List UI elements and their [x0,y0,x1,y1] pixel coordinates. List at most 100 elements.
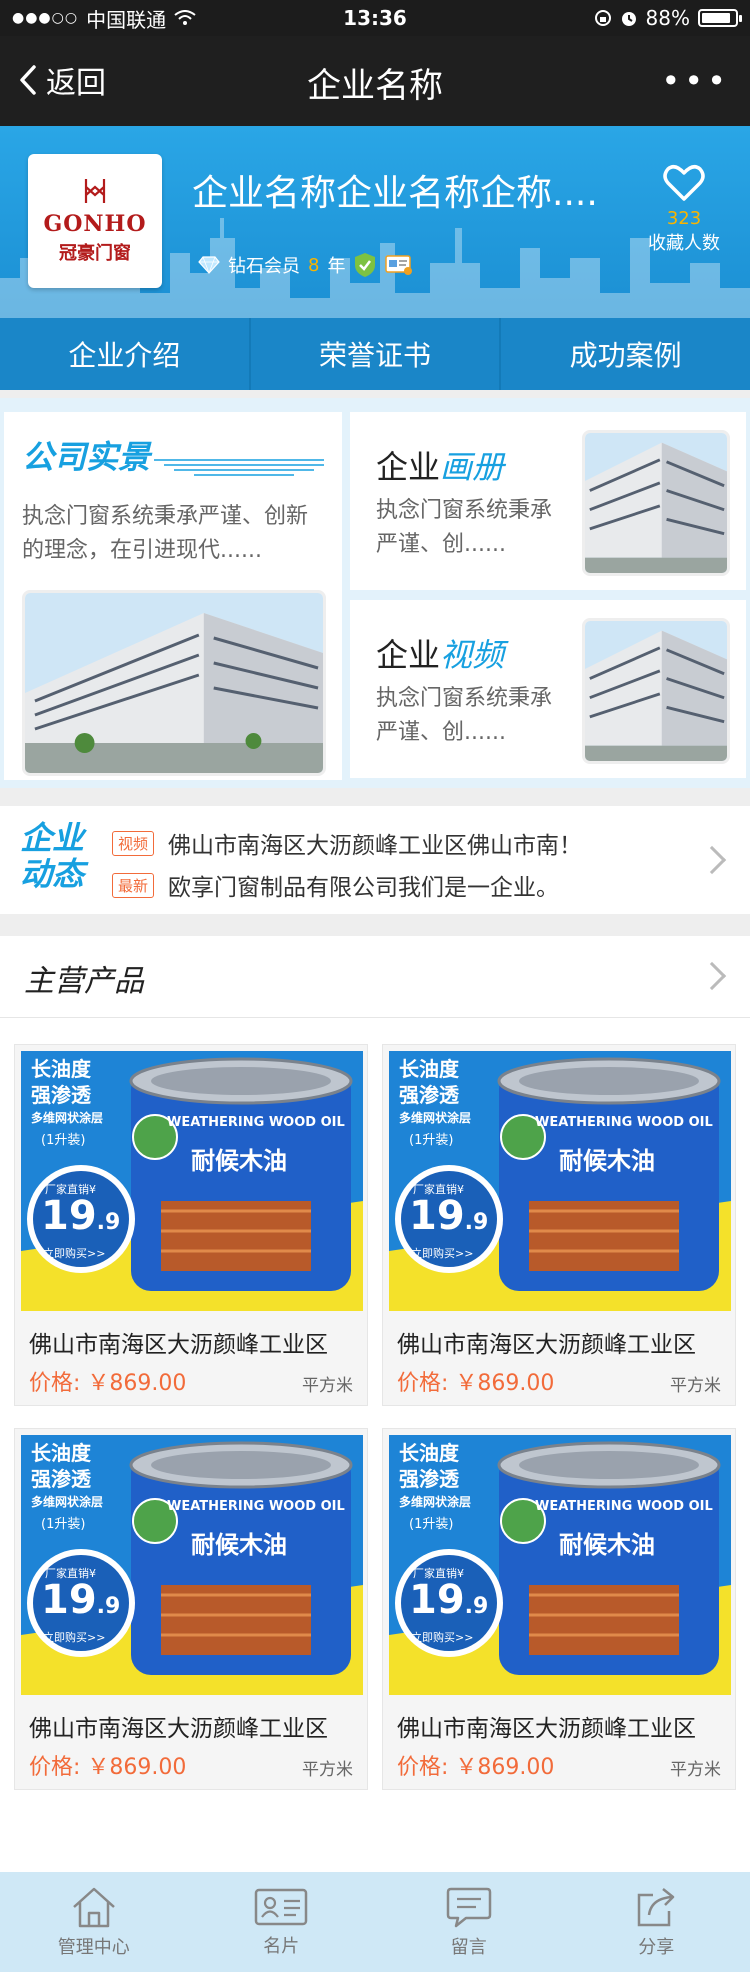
product-price: 价格: ￥869.00 [397,1755,555,1780]
can-label-cn: 耐候木油 [559,1147,655,1175]
product-image: 长油度 强渗透 多维网状涂层 (1升装) 厂家直销¥ 19.9 立即购买>> W… [21,1051,363,1311]
can-label-cn: 耐候木油 [191,1531,287,1559]
product-image: 长油度 强渗透 多维网状涂层 (1升装) 厂家直销¥ 19.9 立即购买>> W… [21,1435,363,1695]
ad-price: 19.9 [41,1577,121,1623]
status-bar: ●●●○○ 中国联通 13:36 88% [0,0,750,36]
toolbar-label: 留言 [450,1937,487,1958]
album-title-prefix: 企业 [376,448,441,486]
product-unit: 平方米 [670,1376,721,1396]
home-icon [72,1887,115,1928]
product-card[interactable]: 长油度 强渗透 多维网状涂层 (1升装) 厂家直销¥ 19.9 立即购买>> W… [382,1044,736,1406]
toolbar-share[interactable]: 分享 [563,1872,750,1972]
product-name: 佛山市南海区大沥颜峰工业区 [29,1332,328,1358]
company-photos-card[interactable]: 公司实景 执念门窗系统秉承严谨、创新的理念，在引进现代...... [4,412,342,780]
toolbar-manage[interactable]: 管理中心 [0,1872,188,1972]
product-price: 价格: ￥869.00 [397,1371,555,1396]
product-card[interactable]: 长油度 强渗透 多维网状涂层 (1升装) 厂家直销¥ 19.9 立即购买>> W… [14,1044,368,1406]
tab-honors[interactable]: 荣誉证书 [251,318,502,390]
ad-buy: 立即购买>> [411,1247,474,1260]
product-price: 价格: ￥869.00 [29,1371,187,1396]
product-card[interactable]: 长油度 强渗透 多维网状涂层 (1升装) 厂家直销¥ 19.9 立即购买>> W… [382,1428,736,1790]
company-video-desc: 执念门窗系统秉承严谨、创...... [376,686,553,745]
can-label-en: WEATHERING WOOD OIL [535,1115,713,1130]
logo-text-cn: 冠豪门窗 [59,243,131,264]
toolbar-card[interactable]: 名片 [188,1872,376,1972]
battery-percent: 88% [645,6,690,30]
company-tabs: 企业介绍 荣誉证书 成功案例 [0,318,750,390]
ad-text-1: 长油度 [31,1057,91,1081]
product-image: 长油度 强渗透 多维网状涂层 (1升装) 厂家直销¥ 19.9 立即购买>> W… [389,1051,731,1311]
battery-icon [698,9,742,27]
news-title-line1: 企业 [20,819,85,857]
ad-text-2: 强渗透 [399,1467,459,1491]
news-item[interactable]: 最新 欧享门窗制品有限公司我们是一企业。 [112,868,559,902]
message-icon [446,1887,491,1928]
logo-text-en: GONHO [43,211,147,237]
company-album-card[interactable]: 企业画册 执念门窗系统秉承严谨、创...... [350,412,746,590]
ad-text-2: 强渗透 [399,1083,459,1107]
company-building-photo [22,590,326,776]
page: ●●●○○ 中国联通 13:36 88% 返回 企业名称 ••• GONHO 冠… [0,0,750,1972]
alarm-icon [621,12,636,26]
company-album-thumb [582,430,730,576]
favorite-count: 323 [666,208,702,229]
member-years: 8 [308,254,320,276]
page-title: 企业名称 [307,66,443,106]
company-logo: GONHO 冠豪门窗 [28,154,162,288]
nav-bar: 返回 企业名称 ••• [0,36,750,126]
ad-buy: 立即购买>> [43,1631,106,1644]
news-title: 企业 动态 [20,820,100,892]
carrier-label: 中国联通 [86,7,167,32]
bottom-toolbar: 管理中心 名片 留言 分享 [0,1872,750,1972]
ad-buy: 立即购买>> [411,1631,474,1644]
company-photos-title: 公司实景 [22,438,151,476]
news-item[interactable]: 视频 佛山市南海区大沥颜峰工业区佛山市南！ [112,826,582,860]
battery-fill [702,13,731,23]
company-photos-desc: 执念门窗系统秉承严谨、创新的理念，在引进现代...... [22,504,309,563]
ad-text-4: (1升装) [41,1517,86,1532]
news-text: 欧享门窗制品有限公司我们是一企业。 [168,875,560,901]
company-video-thumb [582,618,730,764]
card-icon [255,1888,308,1926]
ad-text-2: 强渗透 [31,1083,91,1107]
ad-text-4: (1升装) [409,1133,454,1148]
ad-text-4: (1升装) [41,1133,86,1148]
product-grid: 长油度 强渗透 多维网状涂层 (1升装) 厂家直销¥ 19.9 立即购买>> W… [0,1018,750,1872]
share-icon [638,1888,675,1927]
can-label-cn: 耐候木油 [559,1531,655,1559]
more-button[interactable]: ••• [661,62,730,100]
member-level: 钻石会员 [228,256,300,277]
chevron-right-icon [697,961,727,991]
ad-price: 19.9 [41,1193,121,1239]
ad-text-1: 长油度 [399,1057,459,1081]
ad-text-4: (1升装) [409,1517,454,1532]
tab-cases[interactable]: 成功案例 [501,318,750,390]
product-name: 佛山市南海区大沥颜峰工业区 [397,1716,696,1742]
verified-shield-icon [355,253,376,277]
can-label-en: WEATHERING WOOD OIL [167,1115,345,1130]
chevron-right-icon [697,845,727,875]
company-news[interactable]: 企业 动态 视频 佛山市南海区大沥颜峰工业区佛山市南！ 最新 欧享门窗制品有限公… [0,806,750,914]
favorite-button[interactable]: 323 收藏人数 [644,164,724,255]
ad-text-1: 长油度 [399,1441,459,1465]
company-video-card[interactable]: 企业视频 执念门窗系统秉承严谨、创...... [350,600,746,778]
favorite-label: 收藏人数 [648,233,720,254]
news-text: 佛山市南海区大沥颜峰工业区佛山市南！ [168,833,583,859]
products-header[interactable]: 主营产品 [0,936,750,1018]
video-title-prefix: 企业 [376,636,441,674]
video-title-highlight: 视频 [440,636,505,674]
toolbar-label: 名片 [263,1936,300,1957]
product-name: 佛山市南海区大沥颜峰工业区 [397,1332,696,1358]
tab-intro[interactable]: 企业介绍 [0,318,251,390]
clock: 13:36 [343,6,407,30]
toolbar-message[interactable]: 留言 [375,1872,563,1972]
can-label-cn: 耐候木油 [191,1147,287,1175]
product-image: 长油度 强渗透 多维网状涂层 (1升装) 厂家直销¥ 19.9 立即购买>> W… [389,1435,731,1695]
ad-text-3: 多维网状涂层 [399,1111,472,1125]
ad-buy: 立即购买>> [43,1247,106,1260]
product-card[interactable]: 长油度 强渗透 多维网状涂层 (1升装) 厂家直销¥ 19.9 立即购买>> W… [14,1428,368,1790]
ad-text-3: 多维网状涂层 [31,1495,104,1509]
company-name: 企业名称企业名称企称.... [192,173,598,214]
signal-icon: ●●●○○ [12,10,79,26]
can-label-en: WEATHERING WOOD OIL [167,1499,345,1514]
